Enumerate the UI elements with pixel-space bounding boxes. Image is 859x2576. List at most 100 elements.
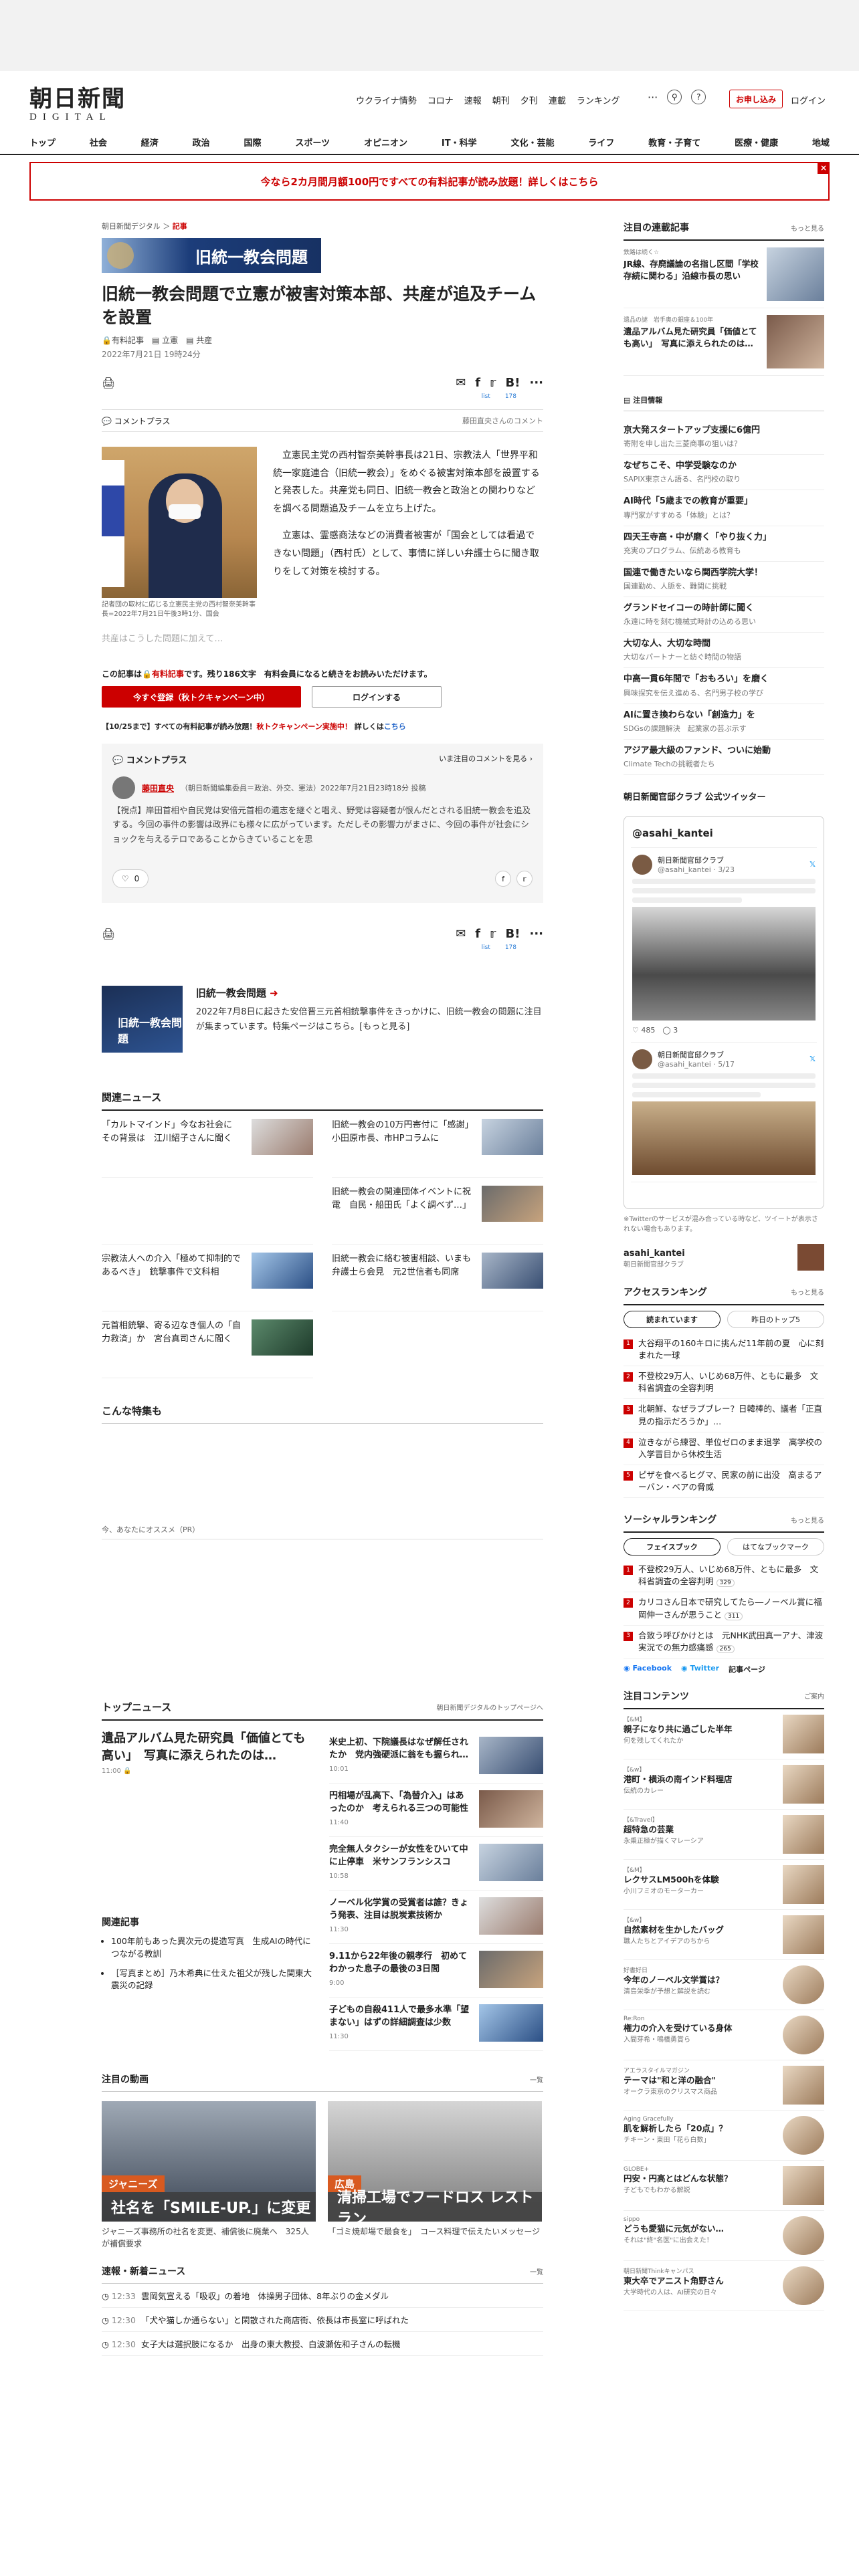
- comment-plus-bar[interactable]: 💬 コメントプラス 藤田直央さんのコメント: [102, 409, 543, 432]
- author-name[interactable]: 藤田直央: [142, 782, 174, 794]
- list-item[interactable]: なぜちこそ、中学受験なのか SAPIX東京さん語る、名門校の取り: [624, 455, 824, 491]
- list-item[interactable]: 【&w】 自然素材を生かしたバッグ 職人たちとアイデアのちから: [624, 1910, 824, 1960]
- nav-item-ukraine[interactable]: ウクライナ情勢: [356, 94, 417, 106]
- list-item[interactable]: Aging Gracefully 肌を解析したら「20点」？ チキーン・東田「花ら白…: [624, 2111, 824, 2161]
- nav-item-flash[interactable]: 速報: [464, 94, 482, 106]
- list-item[interactable]: AI時代「5歳までの教育が重要」 専門家がすすめる「体験」とは？: [624, 490, 824, 526]
- list-item[interactable]: ◷ 12:30 女子大は選択肢になるか 出身の東大教授、白波瀬佐和子さんの転機: [102, 2332, 543, 2356]
- tag-jcp[interactable]: 共産: [196, 336, 212, 345]
- cat-opinion[interactable]: オピニオン: [364, 136, 407, 148]
- list-item[interactable]: Re:Ron 権力の介入を受けている身体 入間芽希・鳴橋勇賞ら: [624, 2010, 824, 2060]
- list-item[interactable]: 国連で働きたいなら関西学院大学！ 国連勤め、人脈を、難関に挑戦: [624, 562, 824, 597]
- list-item[interactable]: 「カルトマインド」今なお社会に その背景は 江川紹子さんに聞く: [102, 1111, 313, 1178]
- list-item[interactable]: 3 北朝鮮、なぜラブブレー？日韓棒的、議者「正直見の指示だろうか」…: [624, 1399, 824, 1432]
- cat-sports[interactable]: スポーツ: [295, 136, 330, 148]
- list-item[interactable]: 遺品の謎 岩手奥の銀座＆100年 遺品アルバム見た研究員「価値とても高い」 写真に…: [624, 308, 824, 376]
- cat-health[interactable]: 医療・健康: [735, 136, 778, 148]
- tab-facebook[interactable]: フェイスブック: [624, 1538, 721, 1556]
- video-card[interactable]: 広島 清掃工場でフードロス レストラン 「ゴミ焼却場で最食を」 コース料理で伝え…: [328, 2101, 542, 2250]
- top-page-link[interactable]: 朝日新聞デジタルのトップページへ: [436, 1702, 543, 1712]
- list-item[interactable]: グランドセイコーの時計師に聞く 永遠に時を刻む機械式時計の込める思い: [624, 597, 824, 633]
- tweet-image[interactable]: [632, 906, 816, 1021]
- list-item[interactable]: 3 合致う呼びかけとは 元NHK武田真一アナ、津波実況での無力感痛感 265: [624, 1626, 824, 1658]
- list-item[interactable]: ノーベル化学賞の受賞者は誰？きょう発表、注目は脱炭素技術か 11:30: [329, 1891, 543, 1944]
- nav-item-serial[interactable]: 連載: [549, 94, 566, 106]
- cat-culture[interactable]: 文化・芸能: [510, 136, 554, 148]
- nav-item-evening[interactable]: 夕刊: [520, 94, 538, 106]
- lead-news-title[interactable]: 遺品アルバム見た研究員「価値とても高い」 写真に添えられたのは…: [102, 1730, 313, 1765]
- cat-economy[interactable]: 経済: [141, 136, 159, 148]
- nav-item-corona[interactable]: コロナ: [427, 94, 454, 106]
- list-item[interactable]: GLOBE+ 円安・円高とはどんな状態？ 子どもでもわかる解説: [624, 2161, 824, 2211]
- social-more-link[interactable]: もっと見る: [791, 1515, 824, 1525]
- feature-image[interactable]: 旧統一教会問題: [102, 986, 183, 1053]
- tab-yesterday-top5[interactable]: 昨日のトップ5: [727, 1310, 824, 1328]
- twitter-account[interactable]: asahi_kantei 朝日新聞官邸クラブ: [624, 1243, 824, 1271]
- cat-it-science[interactable]: IT・科学: [442, 136, 477, 148]
- site-logo[interactable]: 朝日新聞 DIGITAL: [29, 80, 126, 123]
- list-item[interactable]: 旧統一教会の10万円寄付に「感謝」小田原市長、市HPコラムに: [332, 1111, 543, 1178]
- cat-top[interactable]: トップ: [29, 136, 56, 148]
- subscribe-button[interactable]: お申し込み: [729, 90, 783, 108]
- list-item[interactable]: 大切な人、大切な時間 大切なパートナーと紡ぐ時間の物語: [624, 633, 824, 669]
- flash-more-link[interactable]: 一覧: [530, 2266, 543, 2276]
- facebook-link[interactable]: ◉ Facebook: [624, 1664, 672, 1675]
- related-article-link[interactable]: 100年前もあった異次元の提造写真 生成AIの時代につながる教訓: [111, 1935, 313, 1961]
- article-page-link[interactable]: 記事ページ: [729, 1664, 765, 1675]
- ranking-more-link[interactable]: もっと見る: [791, 1287, 824, 1297]
- twitter-icon[interactable]: 𝕣: [516, 871, 533, 887]
- cat-politics[interactable]: 政治: [193, 136, 210, 148]
- list-item[interactable]: 【&M】 親子になり共に過ごした半年 何を残してくれたか: [624, 1709, 824, 1759]
- heart-icon[interactable]: ♡: [632, 1026, 639, 1035]
- list-item[interactable]: 朝日新聞Thinkキャンパス 東大卒でアニスト角野さん 大学時代の人は、AI研究の日…: [624, 2261, 824, 2311]
- list-item[interactable]: 【&M】 レクサスLM500hを体験 小川フミオのモーターカー: [624, 1860, 824, 1910]
- feature-title[interactable]: 旧統一教会問題: [196, 987, 266, 999]
- login-button[interactable]: ログインする: [312, 686, 442, 708]
- reply-icon[interactable]: ◯: [662, 1026, 670, 1035]
- breadcrumb-section[interactable]: 記事: [173, 222, 187, 231]
- tweet-image[interactable]: [632, 1101, 816, 1175]
- list-item[interactable]: sippo どうも愛猫に元気がない… それは"終"名医"に出会えた！: [624, 2211, 824, 2261]
- nav-item-ranking[interactable]: ランキング: [577, 94, 620, 106]
- list-item[interactable]: 9.11から22年後の親孝行 初めてわかった息子の最後の3日間 9:00: [329, 1944, 543, 1998]
- list-item[interactable]: 宗教法人への介入「極めて抑制的であるべき」 銃撃事件で文科相: [102, 1245, 313, 1311]
- search-icon[interactable]: ⚲: [667, 90, 682, 104]
- list-item[interactable]: 5 ピザを食べるヒグマ、民家の前に出没 高まるアーバン・ベアの脅威: [624, 1465, 824, 1499]
- list-item[interactable]: 【&w】 港町・横浜の南インド料理店 伝統のカレー: [624, 1759, 824, 1810]
- video-caption[interactable]: ジャニーズ事務所の社名を変更、補償後に廃業へ 325人が補償要求: [102, 2226, 316, 2250]
- list-item[interactable]: AIに置き換わらない「創造力」を SDGsの課題解決 起業家の芸ぶ示す: [624, 704, 824, 740]
- list-item[interactable]: 子どもの自殺411人で最多水準「望まない」はずの詳細調査は少数 11:30: [329, 1998, 543, 2051]
- list-item[interactable]: 2 不登校29万人、いじめ68万件、ともに最多 文科省調査の全容判明: [624, 1366, 824, 1400]
- close-icon[interactable]: ×: [818, 162, 830, 174]
- tab-most-read[interactable]: 読まれています: [624, 1310, 721, 1328]
- feature-promo[interactable]: 旧統一教会問題 旧統一教会問題 ➜ 2022年7月8日に起きた安倍晋三元首相銃撃…: [102, 986, 543, 1053]
- video-caption[interactable]: 「ゴミ焼却場で最食を」 コース料理で伝えたいメッセージ: [328, 2226, 542, 2238]
- list-item[interactable]: 1 不登校29万人、いじめ68万件、ともに最多 文科省調査の全容判明 329: [624, 1560, 824, 1593]
- video-thumbnail[interactable]: ジャニーズ 社名を「SMILE-UP.」に変更: [102, 2101, 316, 2222]
- list-item[interactable]: 中高一貫6年間で「おもろい」を磨く 興味探究を伝え進める、名門男子校の学び: [624, 668, 824, 704]
- campaign-banner[interactable]: 今なら2カ月間月額100円ですべての有料記事が読み放題！詳しくはこちら ×: [29, 162, 830, 201]
- twitter-icon[interactable]: 𝕣: [490, 376, 496, 390]
- share-count-list[interactable]: list: [482, 393, 490, 400]
- list-item[interactable]: 好書好日 今年のノーベル文学賞は？ 清島栄季が予想と解説を読む: [624, 1960, 824, 2010]
- list-item[interactable]: ◷ 12:33 雲岡気宣える「吸収」の着地 体操男子団体、8年ぶりの金メダル: [102, 2284, 543, 2308]
- hatena-icon[interactable]: B!: [506, 376, 520, 390]
- twitter-link[interactable]: ◉ Twitter: [681, 1664, 719, 1675]
- list-item[interactable]: 旧統一教会の関連団体イベントに祝電 自民・船田氏「よく調べず…」: [332, 1178, 543, 1245]
- list-item[interactable]: 米史上初、下院議長はなぜ解任されたか 党内強硬派に翁をも握られ… 10:01: [329, 1730, 543, 1784]
- see-comments-link[interactable]: いま注目のコメントを見る: [439, 754, 527, 763]
- avatar[interactable]: [112, 776, 135, 799]
- login-link[interactable]: ログイン: [791, 94, 826, 106]
- cat-society[interactable]: 社会: [90, 136, 107, 148]
- tweet[interactable]: 朝日新聞官邸クラブ @asahi_kantei · 5/17 𝕏: [631, 1043, 817, 1182]
- mail-icon[interactable]: ✉: [456, 927, 466, 941]
- list-item[interactable]: 完全無人タクシーが女性をひいて中に止停車 米サンフランシスコ 10:58: [329, 1837, 543, 1891]
- facebook-icon[interactable]: f: [475, 927, 480, 941]
- list-item[interactable]: 4 泣きながら練習、単位ゼロのまま退学 高学校の入学冒目から休校生活: [624, 1432, 824, 1465]
- cat-life[interactable]: ライフ: [588, 136, 614, 148]
- cat-education[interactable]: 教育・子育て: [648, 136, 700, 148]
- list-item[interactable]: 旧統一教会に絡む被害相談、いまも 弁護士ら会見 元2世信者も同席: [332, 1245, 543, 1311]
- list-item[interactable]: 元首相銃撃、寄る辺なき個人の「自力救済」か 宮台真司さんに聞く: [102, 1311, 313, 1378]
- register-button[interactable]: 今すぐ登録（秋トクキャンペーン中）: [102, 686, 301, 708]
- facebook-icon[interactable]: f: [495, 871, 511, 887]
